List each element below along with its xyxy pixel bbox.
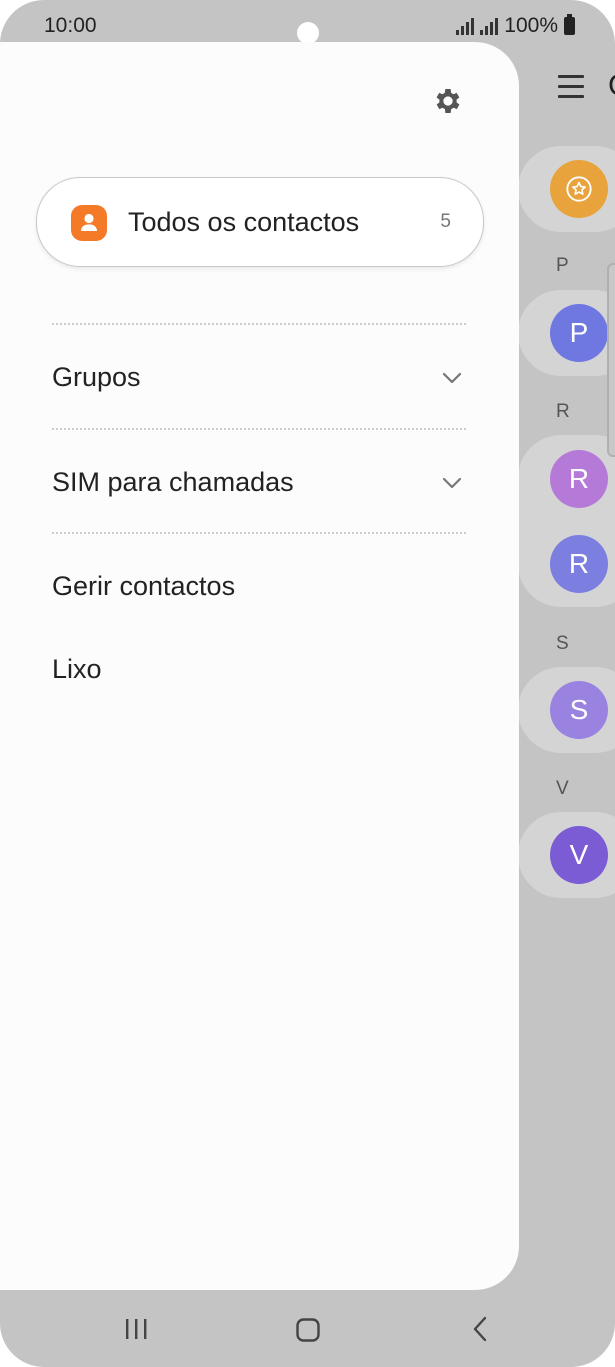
trash-item[interactable]: Lixo	[52, 654, 102, 685]
all-contacts-item[interactable]: Todos os contactos 5	[36, 177, 484, 267]
status-icons: 100%	[456, 14, 575, 38]
battery-icon	[564, 14, 575, 35]
chevron-down-icon[interactable]	[442, 371, 462, 385]
avatar: V	[550, 826, 608, 884]
avatar: S	[550, 681, 608, 739]
fast-scroll-handle[interactable]	[607, 263, 615, 457]
home-icon[interactable]	[296, 1318, 320, 1342]
back-icon[interactable]	[471, 1316, 489, 1342]
phone-screen: 10:00 100% C P P R R R S S	[0, 0, 615, 1367]
recent-apps-icon[interactable]	[124, 1318, 148, 1340]
app-title-fragment: C	[608, 69, 615, 103]
camera-cutout	[297, 22, 319, 44]
contact-group-r: R R	[518, 435, 615, 607]
avatar[interactable]: R	[550, 535, 608, 593]
signal-icon	[456, 17, 475, 35]
contacts-list-background: C P P R R R S S V V	[518, 45, 615, 1290]
contact-row[interactable]: P	[518, 290, 615, 376]
groups-item[interactable]: Grupos	[52, 362, 141, 393]
divider	[52, 532, 466, 534]
all-contacts-label: Todos os contactos	[128, 207, 360, 237]
contact-row[interactable]: V	[518, 812, 615, 898]
person-icon	[71, 205, 107, 241]
settings-gear-icon[interactable]	[432, 85, 464, 117]
status-time: 10:00	[44, 14, 97, 37]
battery-percent: 100%	[504, 14, 558, 37]
avatar[interactable]: R	[550, 450, 608, 508]
sim-calls-item[interactable]: SIM para chamadas	[52, 467, 294, 498]
favorites-card[interactable]	[518, 146, 615, 232]
manage-contacts-item[interactable]: Gerir contactos	[52, 571, 235, 602]
divider	[52, 323, 466, 325]
avatar: P	[550, 304, 608, 362]
contact-row[interactable]: S	[518, 667, 615, 753]
section-letter-p: P	[556, 255, 569, 276]
section-letter-s: S	[556, 633, 569, 654]
section-letter-v: V	[556, 778, 569, 799]
chevron-down-icon[interactable]	[442, 476, 462, 490]
section-letter-r: R	[556, 401, 570, 422]
signal-icon-2	[480, 17, 499, 35]
contact-count: 5	[440, 211, 451, 232]
navigation-drawer: Todos os contactos 5 Grupos SIM para cha…	[0, 42, 519, 1290]
menu-icon[interactable]	[558, 75, 584, 105]
favorites-icon	[550, 160, 608, 218]
divider	[52, 428, 466, 430]
